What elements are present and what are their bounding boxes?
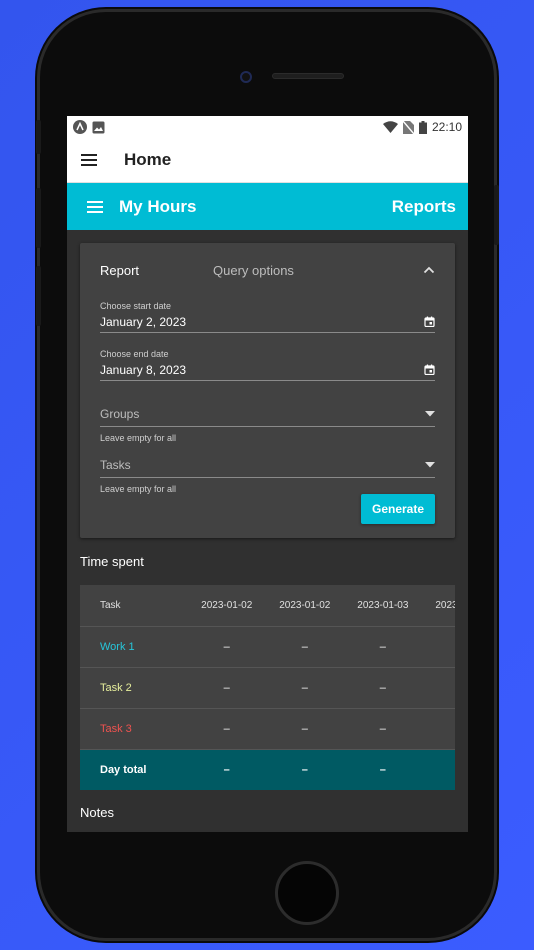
chevron-up-icon[interactable] (423, 266, 435, 274)
table-header-row: Task 2023-01-02 2023-01-02 2023-01-03 20… (80, 585, 455, 627)
tasks-placeholder: Tasks (100, 458, 131, 472)
hours-cell (421, 708, 455, 750)
total-cell (421, 749, 455, 790)
no-sim-icon (402, 120, 414, 134)
dropdown-arrow-icon[interactable] (425, 411, 435, 417)
start-date-value[interactable]: January 2, 2023 (100, 315, 186, 329)
notes-title: Notes (80, 805, 114, 820)
table-row: Task 2 – – – (80, 667, 455, 709)
panel-header[interactable]: Report Query options (100, 261, 435, 279)
main-content: Report Query options Choose start date J… (67, 230, 468, 820)
total-cell: – (265, 749, 344, 790)
column-header: 2023-01-02 (187, 585, 266, 627)
column-header: Task (80, 585, 188, 627)
task-name[interactable]: Task 2 (80, 667, 188, 709)
tasks-select[interactable]: Tasks Leave empty for all (100, 458, 435, 494)
panel-subheading: Query options (213, 262, 294, 278)
start-date-label: Choose start date (100, 301, 172, 311)
groups-select[interactable]: Groups Leave empty for all (100, 407, 435, 443)
wifi-icon (382, 121, 398, 133)
volume-up-button (36, 188, 41, 248)
power-button (494, 185, 499, 245)
generate-button[interactable]: Generate (361, 494, 435, 524)
day-total-label: Day total (80, 749, 188, 790)
end-date-label: Choose end date (100, 349, 169, 359)
hours-cell: – (343, 667, 422, 709)
volume-down-button (36, 266, 41, 326)
my-hours-toolbar: My Hours Reports (67, 183, 468, 230)
mute-switch (36, 120, 41, 154)
home-button[interactable] (275, 861, 339, 925)
day-total-row: Day total – – – (80, 749, 455, 790)
column-header: 2023-01-03 (343, 585, 422, 627)
end-date-value[interactable]: January 8, 2023 (100, 363, 186, 377)
table-row: Task 3 – – – (80, 708, 455, 750)
hours-cell: – (187, 626, 266, 668)
groups-hint: Leave empty for all (100, 433, 177, 443)
calendar-icon[interactable] (424, 364, 435, 375)
column-header: 2023-01-04 (421, 585, 455, 627)
status-bar: 22:10 (67, 116, 468, 138)
home-app-bar: Home (67, 138, 468, 183)
time-spent-title: Time spent (80, 554, 144, 569)
hours-cell (421, 667, 455, 709)
table-row: Work 1 – – – (80, 626, 455, 668)
calendar-icon[interactable] (424, 316, 435, 327)
hours-cell: – (187, 708, 266, 750)
hours-cell: – (265, 708, 344, 750)
hours-cell: – (265, 667, 344, 709)
app-a-icon (73, 120, 87, 134)
battery-icon (418, 120, 427, 134)
tasks-hint: Leave empty for all (100, 484, 177, 494)
menu-icon[interactable] (87, 200, 103, 213)
total-cell: – (187, 749, 266, 790)
menu-icon[interactable] (81, 154, 97, 166)
toolbar-title: My Hours (119, 196, 197, 216)
query-options-panel: Report Query options Choose start date J… (80, 243, 455, 538)
hours-cell: – (187, 667, 266, 709)
hours-cell: – (343, 708, 422, 750)
status-time: 22:10 (431, 120, 462, 134)
image-icon (92, 121, 105, 134)
dropdown-arrow-icon[interactable] (425, 462, 435, 468)
hours-cell (421, 626, 455, 668)
earpiece-speaker (272, 73, 344, 79)
column-header: 2023-01-02 (265, 585, 344, 627)
hours-cell: – (343, 626, 422, 668)
time-spent-table[interactable]: Task 2023-01-02 2023-01-02 2023-01-03 20… (80, 585, 455, 790)
page-title: Home (124, 150, 172, 169)
total-cell: – (343, 749, 422, 790)
front-camera (240, 71, 252, 83)
app-screen: 22:10 Home My Hours Reports Report Query… (67, 116, 468, 832)
groups-placeholder: Groups (100, 407, 140, 421)
task-name[interactable]: Work 1 (80, 626, 188, 668)
reports-link[interactable]: Reports (392, 197, 456, 217)
hours-cell: – (265, 626, 344, 668)
panel-heading: Report (100, 262, 140, 278)
task-name[interactable]: Task 3 (80, 708, 188, 750)
start-date-field[interactable]: Choose start date January 2, 2023 (100, 301, 435, 333)
end-date-field[interactable]: Choose end date January 8, 2023 (100, 349, 435, 381)
